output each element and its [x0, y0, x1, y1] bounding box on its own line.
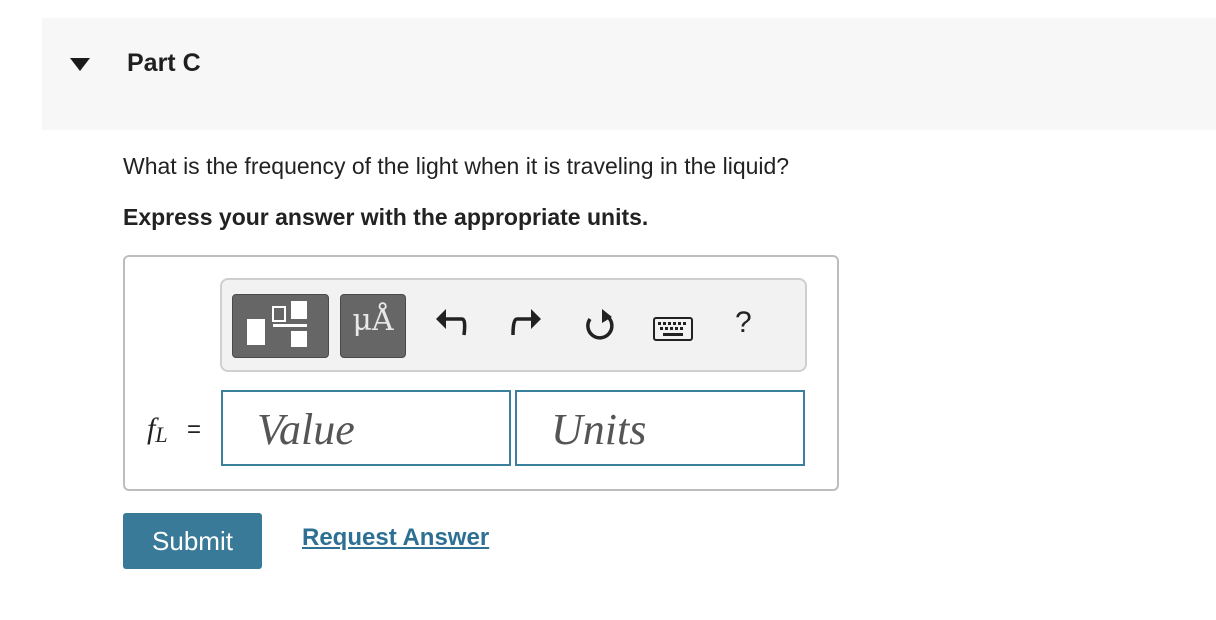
units-button[interactable]: μÅ	[340, 294, 406, 358]
request-answer-link[interactable]: Request Answer	[302, 524, 489, 552]
undo-icon[interactable]	[432, 305, 468, 341]
redo-icon[interactable]	[509, 305, 545, 341]
submit-button[interactable]: Submit	[123, 513, 262, 569]
help-icon[interactable]: ?	[735, 306, 752, 340]
templates-button[interactable]	[232, 294, 329, 358]
instruction-text: Express your answer with the appropriate…	[123, 204, 649, 230]
reset-icon[interactable]	[580, 307, 620, 347]
question-text: What is the frequency of the light when …	[123, 153, 790, 179]
variable-label: fL	[147, 412, 168, 448]
part-header[interactable]	[42, 18, 1216, 130]
units-icon: μÅ	[352, 303, 394, 338]
value-placeholder: Value	[257, 405, 355, 454]
part-title: Part C	[127, 49, 201, 77]
templates-icon	[247, 301, 307, 347]
units-input[interactable]: Units	[515, 390, 805, 466]
value-input[interactable]: Value	[221, 390, 511, 466]
collapse-triangle-icon[interactable]	[70, 58, 90, 71]
variable-subscript: L	[155, 422, 168, 447]
units-placeholder: Units	[551, 405, 647, 454]
keyboard-icon[interactable]	[653, 317, 693, 343]
equals-sign: =	[187, 416, 202, 443]
